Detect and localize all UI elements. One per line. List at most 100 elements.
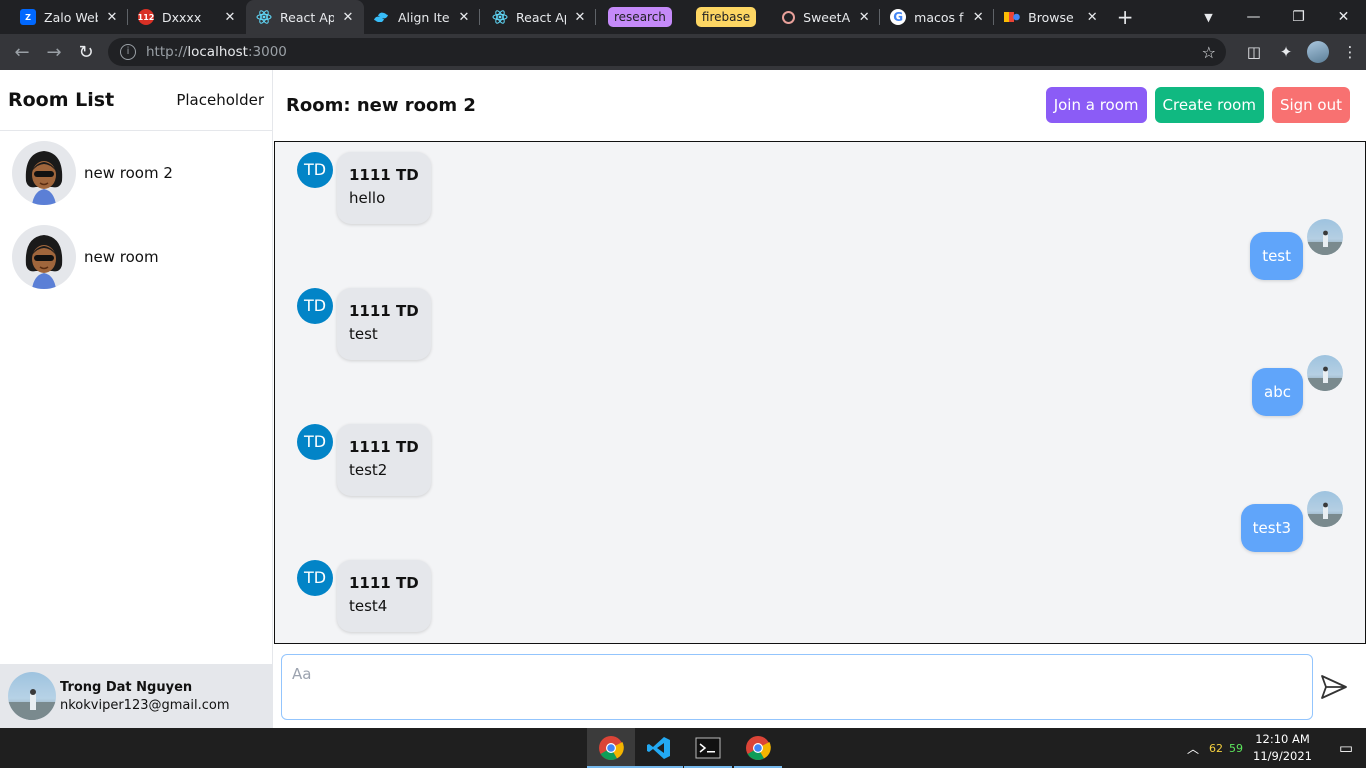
google-fonts-icon — [1004, 9, 1020, 25]
tab-react-app-active[interactable]: React App ✕ — [246, 0, 364, 34]
message-text: hello — [349, 189, 386, 207]
tray-counter-2[interactable]: 59 — [1229, 742, 1243, 755]
window-close-icon[interactable]: ✕ — [1321, 9, 1366, 25]
reading-mode-icon[interactable]: ◫ — [1238, 43, 1270, 61]
tab-browse-fonts[interactable]: Browse Fonts ✕ — [994, 0, 1108, 34]
message-text: test — [349, 325, 378, 343]
close-tab-icon[interactable]: ✕ — [574, 10, 586, 25]
room-avatar — [12, 225, 76, 289]
sender-avatar: TD — [297, 424, 333, 460]
terminal-icon[interactable] — [684, 728, 732, 768]
message-input[interactable]: Aa — [281, 654, 1313, 720]
sender-name: 1111 TD — [349, 438, 419, 456]
room-avatar — [12, 141, 76, 205]
tab-sweetalert[interactable]: SweetAlert ✕ — [768, 0, 881, 34]
tray-chevron-up-icon[interactable]: ︿ — [1187, 740, 1199, 757]
room-sidebar: Room List Placeholder new room 2 new roo… — [0, 70, 273, 728]
chat-header: Room: new room 2 Join a room Create room… — [273, 70, 1366, 141]
close-tab-icon[interactable]: ✕ — [342, 10, 354, 25]
bookmark-star-icon[interactable]: ☆ — [1202, 43, 1216, 62]
tailwind-icon — [374, 9, 390, 25]
my-avatar — [1307, 355, 1343, 391]
tab-macos-font[interactable]: G macos font ✕ — [880, 0, 995, 34]
message-bubble: test — [1250, 232, 1303, 280]
tab-group-research[interactable]: research — [596, 0, 684, 34]
address-bar[interactable]: i http://localhost:3000 ☆ — [108, 38, 1226, 66]
site-info-icon[interactable]: i — [120, 44, 136, 60]
restore-icon[interactable]: ❐ — [1276, 9, 1321, 25]
windows-taskbar: ︿ 62 59 12:10 AM 11/9/2021 ▭ — [0, 728, 1366, 768]
action-center-icon[interactable]: ▭ — [1326, 739, 1366, 757]
tab-react-app[interactable]: React App ✕ — [480, 0, 596, 34]
close-tab-icon[interactable]: ✕ — [858, 10, 870, 25]
vscode-icon[interactable] — [635, 728, 683, 768]
room-name: new room 2 — [84, 164, 173, 182]
join-room-button[interactable]: Join a room — [1045, 87, 1147, 123]
reload-icon[interactable]: ↻ — [70, 42, 102, 63]
message-text: test4 — [349, 597, 388, 615]
message-incoming: TD 1111 TD hello — [297, 152, 431, 224]
close-tab-icon[interactable]: ✕ — [1086, 10, 1098, 25]
message-incoming: TD 1111 TD test — [297, 288, 431, 360]
sweetalert-icon — [782, 10, 796, 24]
calendar-112-icon: 112 — [138, 9, 154, 25]
extensions-puzzle-icon[interactable]: ✦ — [1270, 43, 1302, 61]
react-icon — [256, 9, 272, 25]
tab-group-firebase[interactable]: firebase — [684, 0, 768, 34]
message-bubble: test3 — [1240, 504, 1303, 552]
message-outgoing: test3 — [1240, 491, 1343, 552]
message-incoming: TD 1111 TD test2 — [297, 424, 431, 496]
user-avatar — [8, 672, 56, 720]
message-bubble: abc — [1252, 368, 1303, 416]
sender-name: 1111 TD — [349, 166, 419, 184]
sidebar-header: Room List Placeholder — [0, 70, 272, 131]
system-tray: ︿ 62 59 12:10 AM 11/9/2021 ▭ — [1187, 728, 1366, 768]
room-title: Room: new room 2 — [286, 95, 476, 116]
back-arrow-icon[interactable]: ← — [6, 42, 38, 63]
message-bubble: 1111 TD hello — [337, 152, 431, 224]
user-email: nkokviper123@gmail.com — [60, 697, 230, 713]
chrome-canary-icon[interactable] — [734, 728, 782, 768]
tab-search-icon[interactable]: ▼ — [1186, 11, 1231, 24]
message-text: test2 — [349, 461, 388, 479]
message-outgoing: abc — [1252, 355, 1343, 416]
sender-avatar: TD — [297, 560, 333, 596]
tab-zalo[interactable]: Z Zalo Web ✕ — [0, 0, 128, 34]
tray-counter-1[interactable]: 62 — [1209, 742, 1223, 755]
chrome-menu-icon[interactable]: ⋮ — [1334, 43, 1366, 61]
room-item[interactable]: new room — [0, 215, 272, 299]
tab-align-items[interactable]: Align Items ✕ — [364, 0, 480, 34]
clock[interactable]: 12:10 AM 11/9/2021 — [1253, 731, 1312, 765]
send-icon[interactable] — [1319, 672, 1349, 702]
sign-out-button[interactable]: Sign out — [1271, 87, 1350, 123]
sender-avatar: TD — [297, 288, 333, 324]
new-tab-button[interactable]: + — [1108, 5, 1142, 29]
close-tab-icon[interactable]: ✕ — [224, 10, 236, 25]
room-item[interactable]: new room 2 — [0, 131, 272, 215]
my-avatar — [1307, 219, 1343, 255]
chat-app: Room List Placeholder new room 2 new roo… — [0, 70, 1366, 728]
tab-dxxxx[interactable]: 112 Dxxxx ✕ — [128, 0, 246, 34]
message-incoming: TD 1111 TD test4 — [297, 560, 431, 632]
message-outgoing: test — [1250, 219, 1343, 280]
user-name: Trong Dat Nguyen — [60, 679, 193, 695]
close-tab-icon[interactable]: ✕ — [106, 10, 118, 25]
forward-arrow-icon[interactable]: → — [38, 42, 70, 63]
create-room-button[interactable]: Create room — [1154, 87, 1264, 123]
browser-tab-strip: Z Zalo Web ✕ 112 Dxxxx ✕ React App ✕ Ali… — [0, 0, 1366, 34]
chrome-icon[interactable] — [587, 728, 635, 768]
close-tab-icon[interactable]: ✕ — [972, 10, 984, 25]
room-name: new room — [84, 248, 159, 266]
message-list[interactable]: TD 1111 TD hello test TD 1111 TD test ab… — [274, 141, 1366, 644]
message-bubble: 1111 TD test4 — [337, 560, 431, 632]
chat-main: Room: new room 2 Join a room Create room… — [273, 70, 1366, 728]
zalo-icon: Z — [20, 9, 36, 25]
my-avatar — [1307, 491, 1343, 527]
profile-avatar[interactable] — [1307, 41, 1329, 63]
react-icon — [492, 9, 508, 25]
close-tab-icon[interactable]: ✕ — [458, 10, 470, 25]
placeholder-text: Placeholder — [176, 91, 264, 109]
minimize-icon[interactable]: — — [1231, 9, 1276, 25]
current-user-panel: Trong Dat Nguyen nkokviper123@gmail.com — [0, 664, 272, 728]
message-bubble: 1111 TD test — [337, 288, 431, 360]
